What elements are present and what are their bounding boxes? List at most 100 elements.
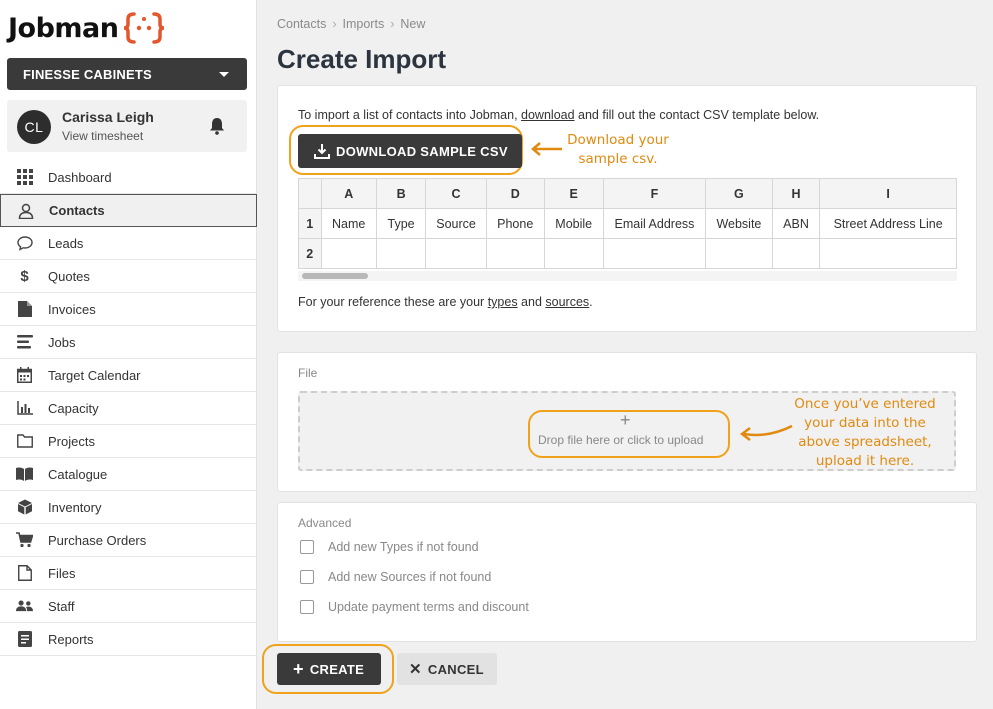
annotation-line: upload it here. <box>815 453 915 469</box>
plus-icon: + <box>620 410 631 430</box>
sidebar-item-leads[interactable]: Leads <box>0 227 257 260</box>
reference-text-post: . <box>589 295 593 309</box>
create-button-label: CREATE <box>309 661 365 677</box>
jobman-logo[interactable]: Jobman <box>8 10 165 46</box>
sidebar-item-label: Jobs <box>48 334 76 350</box>
view-timesheet-link[interactable]: View timesheet <box>62 129 143 143</box>
sidebar-item-target-calendar[interactable]: Target Calendar <box>0 359 257 392</box>
column-letters-row: A B C D E F G H I <box>298 178 957 209</box>
column-letter: H <box>771 178 821 209</box>
annotation-line: sample csv. <box>578 151 658 167</box>
template-card: To import a list of contacts into Jobman… <box>277 85 977 332</box>
sidebar-item-dashboard[interactable]: Dashboard <box>0 161 257 194</box>
box-icon <box>16 499 33 516</box>
sidebar-item-purchase-orders[interactable]: Purchase Orders <box>0 524 257 557</box>
checkbox[interactable] <box>300 540 314 554</box>
sidebar-item-label: Inventory <box>48 499 102 515</box>
sidebar-item-quotes[interactable]: $ Quotes <box>0 260 257 293</box>
option-add-sources[interactable]: Add new Sources if not found <box>300 570 491 584</box>
download-link[interactable]: download <box>521 108 575 122</box>
checkbox-label: Add new Types if not found <box>328 540 479 554</box>
header-cell: Mobile <box>543 208 604 239</box>
sidebar-item-staff[interactable]: Staff <box>0 590 257 623</box>
advanced-label: Advanced <box>298 516 352 530</box>
sidebar-item-catalogue[interactable]: Catalogue <box>0 458 257 491</box>
bar-chart-icon <box>16 400 33 417</box>
sidebar-item-jobs[interactable]: Jobs <box>0 326 257 359</box>
sidebar-item-contacts[interactable]: Contacts <box>0 194 257 227</box>
row-number: 2 <box>298 238 322 269</box>
page-title: Create Import <box>277 44 447 74</box>
breadcrumb-separator-icon: › <box>390 17 395 31</box>
users-icon <box>16 598 33 615</box>
checkbox[interactable] <box>300 600 314 614</box>
sidebar-item-reports[interactable]: Reports <box>0 623 257 656</box>
types-link[interactable]: types <box>488 295 518 309</box>
sidebar-item-label: Dashboard <box>48 169 112 185</box>
arrow-left-icon <box>531 142 562 156</box>
sidebar-item-label: Invoices <box>48 301 96 317</box>
empty-cell <box>320 238 377 269</box>
download-button-label: DOWNLOAD SAMPLE CSV <box>336 143 508 159</box>
column-letter: D <box>485 178 545 209</box>
sidebar-item-label: Purchase Orders <box>48 532 147 548</box>
breadcrumb-new: New <box>400 17 426 31</box>
empty-cell <box>602 238 707 269</box>
checkbox-label: Add new Sources if not found <box>328 570 492 584</box>
sidebar-item-capacity[interactable]: Capacity <box>0 392 257 425</box>
breadcrumb-imports[interactable]: Imports <box>343 17 385 31</box>
empty-cell <box>375 238 427 269</box>
checkbox[interactable] <box>300 570 314 584</box>
table-row: 1 Name Type Source Phone Mobile Email Ad… <box>298 208 957 239</box>
sidebar-item-label: Catalogue <box>48 466 108 482</box>
option-add-types[interactable]: Add new Types if not found <box>300 540 479 554</box>
corner-cell <box>298 178 322 209</box>
checkbox-label: Update payment terms and discount <box>328 600 529 614</box>
breadcrumb-separator-icon: › <box>332 17 337 31</box>
sidebar-item-label: Quotes <box>48 268 90 284</box>
annotation-line: Download your <box>567 132 669 148</box>
document-icon <box>16 301 33 318</box>
column-letter: A <box>320 178 377 209</box>
list-icon <box>16 334 33 351</box>
sidebar-item-files[interactable]: Files <box>0 557 257 590</box>
advanced-card: Advanced Add new Types if not found Add … <box>277 502 977 642</box>
file-icon <box>16 565 33 582</box>
breadcrumb-contacts[interactable]: Contacts <box>277 17 326 31</box>
header-cell: Email Address <box>602 208 707 239</box>
logo-text: Jobman <box>8 12 119 44</box>
scrollbar-thumb[interactable] <box>302 273 368 279</box>
company-selector[interactable]: FINESSE CABINETS <box>7 58 247 90</box>
sources-link[interactable]: sources <box>545 295 589 309</box>
create-button[interactable]: + CREATE <box>277 653 381 685</box>
dollar-icon: $ <box>20 267 29 285</box>
empty-cell <box>543 238 604 269</box>
sidebar-item-invoices[interactable]: Invoices <box>0 293 257 326</box>
upload-annotation: Once you’ve entered your data into the a… <box>788 395 942 471</box>
cancel-button[interactable]: ✕ CANCEL <box>397 653 497 685</box>
sidebar-nav: Dashboard Contacts Leads $ Quotes Invoic… <box>0 161 257 656</box>
spreadsheet-scrollbar[interactable] <box>298 271 957 281</box>
reference-text: For your reference these are your types … <box>298 295 593 309</box>
sample-spreadsheet[interactable]: A B C D E F G H I 1 Name Type Source Pho… <box>298 178 957 282</box>
sidebar-item-inventory[interactable]: Inventory <box>0 491 257 524</box>
download-sample-csv-button[interactable]: DOWNLOAD SAMPLE CSV <box>298 134 522 168</box>
intro-text: To import a list of contacts into Jobman… <box>298 108 819 122</box>
user-panel[interactable]: CL Carissa Leigh View timesheet <box>7 100 247 152</box>
sidebar-item-projects[interactable]: Projects <box>0 425 257 458</box>
header-cell: Phone <box>485 208 545 239</box>
file-label: File <box>298 366 318 380</box>
bell-icon[interactable] <box>209 117 225 135</box>
column-letter: C <box>425 178 487 209</box>
dropzone-text: Drop file here or click to upload <box>538 433 704 447</box>
close-icon: ✕ <box>409 661 422 678</box>
company-name: FINESSE CABINETS <box>23 66 152 82</box>
option-update-payment-terms[interactable]: Update payment terms and discount <box>300 600 529 614</box>
annotation-line: above spreadsheet, <box>798 434 932 450</box>
column-letter: B <box>375 178 427 209</box>
sidebar-item-label: Staff <box>48 598 75 614</box>
column-letter: G <box>705 178 773 209</box>
reference-text-mid: and <box>517 295 546 309</box>
reference-text-pre: For your reference these are your <box>298 295 488 309</box>
intro-text-post: and fill out the contact CSV template be… <box>574 108 820 122</box>
